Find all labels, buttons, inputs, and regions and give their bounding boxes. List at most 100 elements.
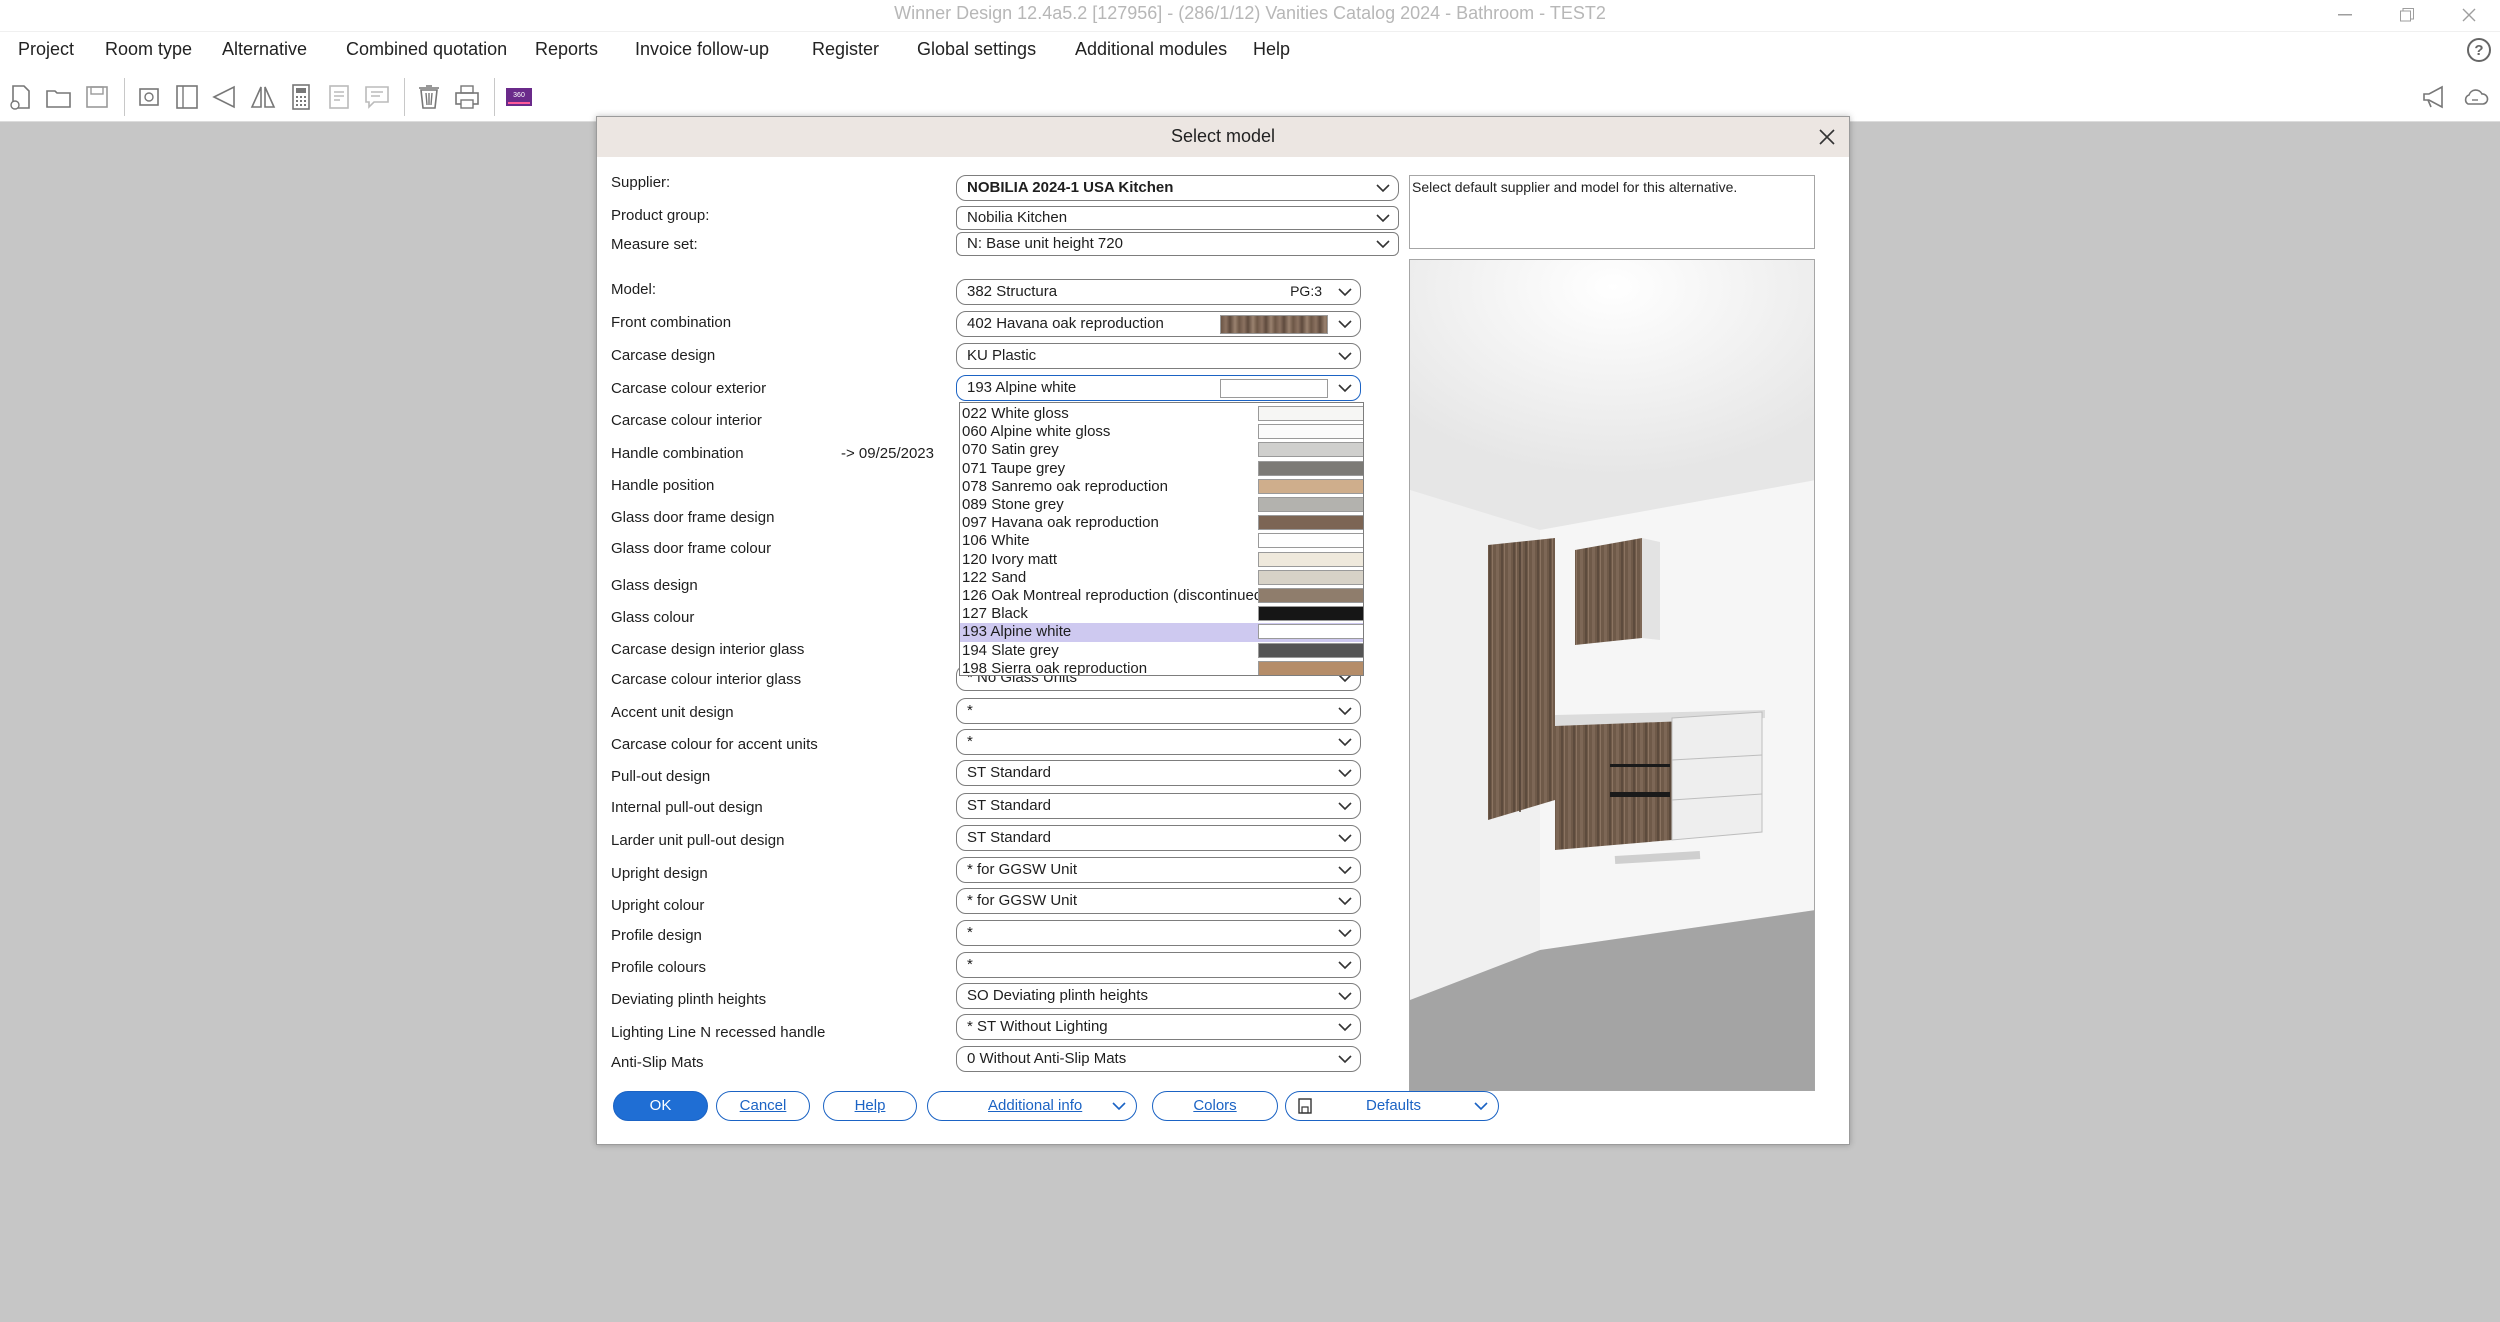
pull-out-design-label: Pull-out design — [611, 768, 711, 785]
lighting-line-select[interactable]: * ST Without Lighting — [956, 1014, 1361, 1040]
comment-icon[interactable] — [362, 82, 392, 112]
cloud-icon[interactable] — [2460, 82, 2490, 112]
dropdown-option[interactable]: 022 White gloss — [960, 405, 1363, 423]
colour-swatch — [1258, 424, 1363, 440]
dropdown-option[interactable]: 120 Ivory matt — [960, 551, 1363, 569]
dropdown-option-label: 122 Sand — [962, 568, 1027, 586]
larder-unit-pull-out-design-value: ST Standard — [967, 829, 1051, 846]
menu-invoice-follow-up[interactable]: Invoice follow-up — [635, 39, 769, 60]
front-combination-select[interactable]: 402 Havana oak reproduction — [956, 311, 1361, 337]
product-group-label: Product group: — [611, 207, 710, 224]
larder-unit-pull-out-design-select[interactable]: ST Standard — [956, 825, 1361, 851]
carcase-colour-accent-units-select[interactable]: * — [956, 729, 1361, 755]
dropdown-option-label: 060 Alpine white gloss — [962, 423, 1111, 441]
dropdown-option[interactable]: 089 Stone grey — [960, 496, 1363, 514]
dropdown-option[interactable]: 198 Sierra oak reproduction — [960, 660, 1363, 675]
carcase-colour-exterior-select[interactable]: 193 Alpine white — [956, 375, 1361, 401]
megaphone-icon[interactable] — [2420, 82, 2450, 112]
dropdown-option[interactable]: 078 Sanremo oak reproduction — [960, 478, 1363, 496]
chevron-down-icon — [1338, 834, 1352, 843]
dropdown-option-label: 193 Alpine white — [962, 623, 1072, 641]
carcase-design-value: KU Plastic — [967, 347, 1037, 364]
model-select[interactable]: 382 Structura PG:3 — [956, 279, 1361, 305]
minimize-button[interactable] — [2322, 0, 2368, 30]
menu-register[interactable]: Register — [812, 39, 879, 60]
dropdown-option[interactable]: 127 Black — [960, 605, 1363, 623]
menu-reports[interactable]: Reports — [535, 39, 598, 60]
delete-icon[interactable] — [414, 82, 444, 112]
upright-colour-label: Upright colour — [611, 897, 705, 914]
dialog-close-button[interactable] — [1819, 121, 1835, 152]
ok-button[interactable]: OK — [613, 1091, 708, 1121]
dropdown-option[interactable]: 126 Oak Montreal reproduction (discontin… — [960, 587, 1363, 605]
perspective-icon[interactable] — [210, 82, 240, 112]
dropdown-option[interactable]: 193 Alpine white — [960, 623, 1363, 642]
chevron-down-icon — [1338, 992, 1352, 1001]
defaults-button[interactable]: Defaults — [1285, 1091, 1499, 1121]
chevron-down-icon — [1338, 384, 1352, 393]
chevron-down-icon — [1338, 352, 1352, 361]
pull-out-design-select[interactable]: ST Standard — [956, 760, 1361, 786]
colors-button[interactable]: Colors — [1152, 1091, 1278, 1121]
help-button[interactable]: Help — [823, 1091, 917, 1121]
help-question-icon[interactable]: ? — [2467, 38, 2491, 62]
product-group-select[interactable]: Nobilia Kitchen — [956, 206, 1399, 230]
save-icon[interactable] — [82, 82, 112, 112]
internal-pull-out-design-select[interactable]: ST Standard — [956, 793, 1361, 819]
upright-colour-select[interactable]: * for GGSW Unit — [956, 888, 1361, 914]
restore-button[interactable] — [2384, 0, 2430, 30]
mirror-icon[interactable] — [248, 82, 278, 112]
calculator-icon[interactable] — [286, 82, 316, 112]
elevation-icon[interactable] — [172, 82, 202, 112]
additional-info-button-label: Additional info — [988, 1097, 1083, 1114]
dropdown-option[interactable]: 106 White — [960, 532, 1363, 550]
restore-icon — [2400, 8, 2414, 22]
supplier-select[interactable]: NOBILIA 2024-1 USA Kitchen — [956, 175, 1399, 201]
menu-alternative[interactable]: Alternative — [222, 39, 307, 60]
view-360-icon[interactable]: 360 — [504, 82, 534, 112]
toolbar-separator — [494, 78, 495, 116]
colour-swatch — [1258, 642, 1363, 658]
colour-swatch — [1258, 551, 1363, 567]
menu-global-settings[interactable]: Global settings — [917, 39, 1036, 60]
close-window-button[interactable] — [2446, 0, 2492, 30]
colour-swatch — [1258, 624, 1363, 640]
carcase-colour-dropdown-list[interactable]: 022 White gloss 060 Alpine white gloss 070… — [959, 402, 1364, 676]
dropdown-option[interactable]: 097 Havana oak reproduction — [960, 514, 1363, 532]
dropdown-option[interactable]: 070 Satin grey — [960, 441, 1363, 459]
room-view-icon[interactable] — [134, 82, 164, 112]
anti-slip-mats-select[interactable]: 0 Without Anti-Slip Mats — [956, 1046, 1361, 1072]
additional-info-button[interactable]: Additional info — [927, 1091, 1137, 1121]
product-group-value: Nobilia Kitchen — [967, 209, 1068, 226]
menu-help[interactable]: Help — [1253, 39, 1290, 60]
title-bar: Winner Design 12.4a5.2 [127956] - (286/1… — [0, 0, 2500, 32]
toolbar-separator — [404, 78, 405, 116]
menu-additional-modules[interactable]: Additional modules — [1075, 39, 1227, 60]
deviating-plinth-heights-select[interactable]: SO Deviating plinth heights — [956, 983, 1361, 1009]
cancel-button[interactable]: Cancel — [716, 1091, 810, 1121]
dropdown-option[interactable]: 071 Taupe grey — [960, 460, 1363, 478]
dropdown-option[interactable]: 060 Alpine white gloss — [960, 423, 1363, 441]
glass-design-label: Glass design — [611, 577, 698, 594]
info-text: Select default supplier and model for th… — [1412, 179, 1738, 195]
supplier-value: NOBILIA 2024-1 USA Kitchen — [967, 179, 1174, 196]
open-folder-icon[interactable] — [44, 82, 74, 112]
menu-room-type[interactable]: Room type — [105, 39, 192, 60]
menu-project[interactable]: Project — [18, 39, 74, 60]
accent-unit-design-select[interactable]: * — [956, 698, 1361, 724]
handle-combination-date: -> 09/25/2023 — [841, 445, 934, 462]
profile-colours-select[interactable]: * — [956, 952, 1361, 978]
profile-design-select[interactable]: * — [956, 920, 1361, 946]
print-icon[interactable] — [452, 82, 482, 112]
dropdown-option[interactable]: 194 Slate grey — [960, 642, 1363, 660]
document-icon[interactable] — [324, 82, 354, 112]
measure-set-select[interactable]: N: Base unit height 720 — [956, 232, 1399, 256]
menu-combined-quotation[interactable]: Combined quotation — [346, 39, 507, 60]
upright-design-select[interactable]: * for GGSW Unit — [956, 857, 1361, 883]
carcase-design-select[interactable]: KU Plastic — [956, 343, 1361, 369]
new-project-icon[interactable] — [6, 82, 36, 112]
defaults-button-label: Defaults — [1366, 1097, 1422, 1114]
dropdown-option[interactable]: 122 Sand — [960, 569, 1363, 587]
chevron-down-icon — [1338, 288, 1352, 297]
chevron-down-icon — [1338, 802, 1352, 811]
